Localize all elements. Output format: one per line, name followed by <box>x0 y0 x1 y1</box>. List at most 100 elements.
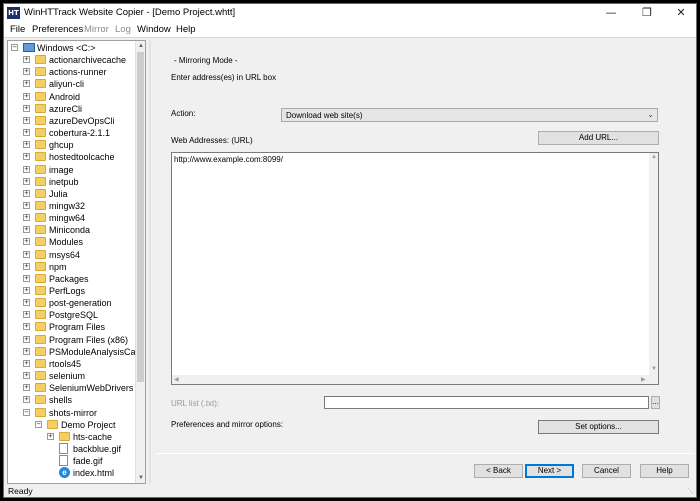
resize-grip-icon[interactable]: ⋱ <box>687 487 694 495</box>
minimize-icon[interactable]: — <box>594 4 628 22</box>
url-list-input[interactable] <box>324 396 649 409</box>
tree-item[interactable]: e index.html <box>8 467 135 479</box>
collapse-icon[interactable]: − <box>11 44 18 51</box>
tree-item[interactable]: + actions-runner <box>8 66 135 78</box>
close-icon[interactable]: ✕ <box>664 4 698 22</box>
menu-mirror[interactable]: Mirror <box>84 24 109 35</box>
tree-item[interactable]: + shells <box>8 394 135 406</box>
expand-icon[interactable]: + <box>23 80 30 88</box>
tree-item[interactable]: + Program Files (x86) <box>8 334 135 346</box>
tree-item[interactable]: + aliyun-cli <box>8 78 135 90</box>
help-button[interactable]: Help <box>640 464 689 478</box>
title-bar[interactable]: HT WinHTTrack Website Copier - [Demo Pro… <box>4 4 696 22</box>
expand-icon[interactable]: + <box>23 201 30 209</box>
expand-icon[interactable]: + <box>23 311 30 319</box>
tree-item[interactable]: + mingw32 <box>8 200 135 212</box>
back-button[interactable]: < Back <box>474 464 523 478</box>
restore-icon[interactable]: ❐ <box>630 4 664 22</box>
expand-icon[interactable]: + <box>23 359 30 367</box>
expand-icon[interactable]: + <box>23 323 30 331</box>
expand-icon[interactable]: + <box>23 68 30 76</box>
expand-icon[interactable]: + <box>23 141 30 149</box>
expand-icon[interactable]: + <box>23 189 30 197</box>
tree-item[interactable]: + azureDevOpsCli <box>8 115 135 127</box>
tree-item[interactable]: + actionarchivecache <box>8 54 135 66</box>
scroll-right-icon[interactable]: ▶ <box>641 376 646 383</box>
tree-item[interactable]: + Program Files <box>8 321 135 333</box>
tree-item[interactable]: + PSModuleAnalysisCach <box>8 346 135 358</box>
tree-item[interactable]: + Miniconda <box>8 224 135 236</box>
tree-item[interactable]: + Julia <box>8 188 135 200</box>
url-vscrollbar[interactable]: ▲ ▼ <box>649 153 658 375</box>
expand-icon[interactable]: + <box>23 92 30 100</box>
tree-item[interactable]: + Packages <box>8 273 135 285</box>
expand-icon[interactable]: + <box>47 432 54 440</box>
tree-item[interactable]: + PerfLogs <box>8 285 135 297</box>
expand-icon[interactable]: + <box>23 287 30 294</box>
tree-item[interactable]: + rtools45 <box>8 358 135 370</box>
scroll-down-icon[interactable]: ▼ <box>651 366 657 372</box>
add-url-button[interactable]: Add URL... <box>538 131 659 145</box>
tree-item[interactable]: + selenium <box>8 370 135 382</box>
menu-log[interactable]: Log <box>115 24 131 35</box>
collapse-icon[interactable]: − <box>23 408 30 416</box>
expand-icon[interactable]: + <box>23 56 30 64</box>
tree-item[interactable]: + hostedtoolcache <box>8 151 135 163</box>
expand-icon[interactable]: + <box>23 262 30 270</box>
expand-icon[interactable]: + <box>23 116 30 124</box>
expand-icon[interactable]: + <box>23 153 30 161</box>
tree-item[interactable]: backblue.gif <box>8 442 135 455</box>
expand-icon[interactable]: + <box>23 299 30 307</box>
menu-help[interactable]: Help <box>176 24 196 35</box>
scroll-left-icon[interactable]: ◀ <box>174 376 179 383</box>
expand-icon[interactable]: + <box>23 177 30 185</box>
tree-item[interactable]: − Windows <C:> <box>8 42 135 54</box>
tree-scroll-thumb[interactable] <box>137 52 144 382</box>
expand-icon[interactable]: + <box>23 335 30 343</box>
tree-item[interactable]: + mingw64 <box>8 212 135 224</box>
expand-icon[interactable]: + <box>23 214 30 222</box>
menu-file[interactable]: File <box>10 24 25 35</box>
url-textarea[interactable]: http://www.example.com:8099/ ▲ ▼ ◀ ▶ <box>171 152 659 385</box>
expand-icon[interactable]: + <box>23 165 30 173</box>
expand-icon[interactable]: + <box>23 347 30 355</box>
expand-icon[interactable]: + <box>23 104 30 112</box>
tree-item[interactable]: + image <box>8 164 135 176</box>
tree-item[interactable]: − shots-mirror <box>8 407 135 419</box>
tree-item[interactable]: + npm <box>8 261 135 273</box>
expand-icon[interactable]: + <box>23 384 30 392</box>
expand-icon[interactable]: + <box>23 129 30 137</box>
set-options-button[interactable]: Set options... <box>538 420 659 434</box>
tree-item[interactable]: + Android <box>8 91 135 103</box>
tree-item[interactable]: fade.gif <box>8 455 135 467</box>
browse-button[interactable]: ... <box>651 396 660 409</box>
expand-icon[interactable]: + <box>23 372 30 380</box>
menu-window[interactable]: Window <box>137 24 171 35</box>
scroll-up-icon[interactable]: ▲ <box>136 41 145 51</box>
tree-item[interactable]: + msys64 <box>8 249 135 261</box>
tree-item[interactable]: + SeleniumWebDrivers <box>8 382 135 394</box>
collapse-icon[interactable]: − <box>35 420 42 428</box>
tree-item[interactable]: − Demo Project <box>8 419 135 431</box>
expand-icon[interactable]: + <box>23 396 30 404</box>
tree-scrollbar[interactable]: ▲ ▼ <box>135 41 145 483</box>
tree-item[interactable]: + PostgreSQL <box>8 309 135 321</box>
expand-icon[interactable]: + <box>23 250 30 258</box>
menu-preferences[interactable]: Preferences <box>32 24 83 35</box>
tree-item[interactable]: + post-generation <box>8 297 135 309</box>
action-select[interactable]: Download web site(s) ⌄ <box>281 108 658 122</box>
tree-item[interactable]: + Modules <box>8 236 135 248</box>
cancel-button[interactable]: Cancel <box>582 464 631 478</box>
next-button[interactable]: Next > <box>525 464 574 478</box>
tree-item[interactable]: + hts-cache <box>8 431 135 443</box>
expand-icon[interactable]: + <box>23 238 30 246</box>
folder-tree[interactable]: − Windows <C:> + actionarchivecache + actions… <box>7 40 146 484</box>
tree-item[interactable]: + inetpub <box>8 176 135 188</box>
scroll-down-icon[interactable]: ▼ <box>136 473 145 483</box>
scroll-up-icon[interactable]: ▲ <box>651 154 657 160</box>
expand-icon[interactable]: + <box>23 226 30 234</box>
pane-splitter[interactable] <box>149 40 151 484</box>
tree-item[interactable]: + ghcup <box>8 139 135 151</box>
url-hscrollbar[interactable]: ◀ ▶ <box>172 375 650 384</box>
expand-icon[interactable]: + <box>23 274 30 282</box>
